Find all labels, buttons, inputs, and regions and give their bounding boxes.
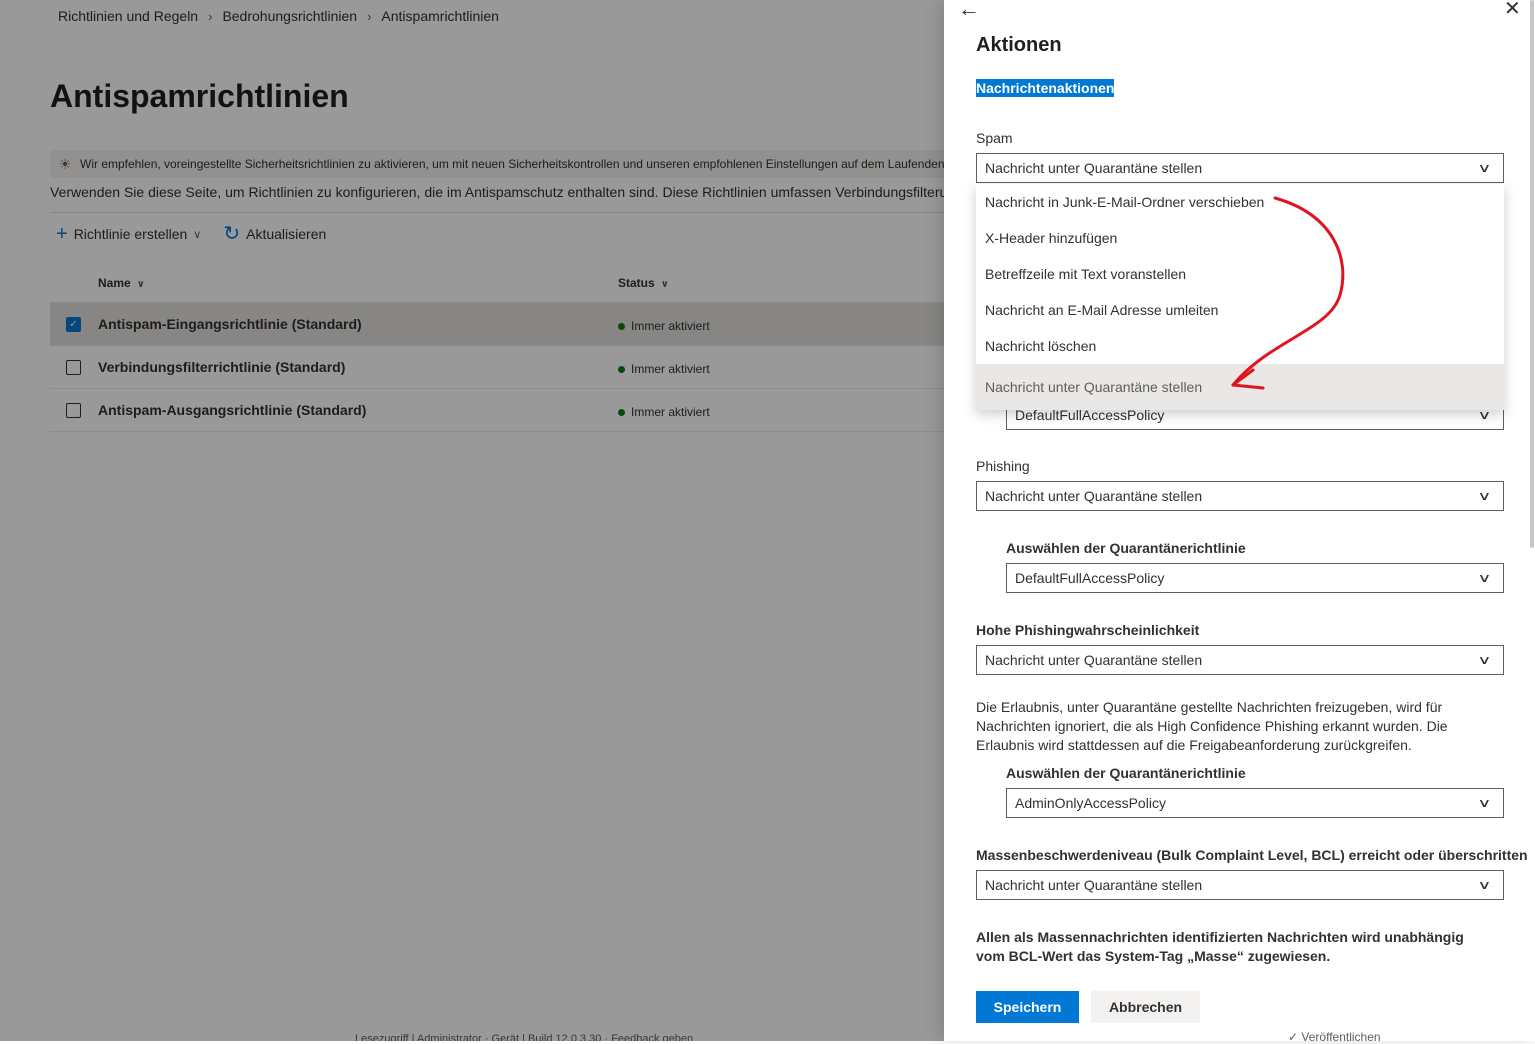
row-status: Immer aktiviert <box>618 319 710 333</box>
breadcrumb-item-current: Antispamrichtlinien <box>381 8 499 24</box>
scrollbar[interactable] <box>1530 0 1534 548</box>
phishing-dropdown[interactable]: Nachricht unter Quarantäne stellen ∨ <box>976 481 1504 511</box>
row-name[interactable]: Verbindungsfilterrichtlinie (Standard) <box>98 359 345 375</box>
spam-dropdown[interactable]: Nachricht unter Quarantäne stellen ∨ <box>976 153 1504 183</box>
table-header: Name ∨ Status ∨ <box>50 262 944 303</box>
background-page: Richtlinien und Regeln › Bedrohungsricht… <box>0 0 944 1041</box>
cancel-button[interactable]: Abbrechen <box>1091 991 1200 1023</box>
page-title: Antispamrichtlinien <box>50 78 349 114</box>
chevron-down-icon: ∨ <box>1477 796 1492 810</box>
chevron-down-icon: ∨ <box>193 228 202 241</box>
panel-title: Aktionen <box>976 34 1062 56</box>
phishing-quarantine-label: Auswählen der Quarantänerichtlinie <box>1006 540 1246 556</box>
phishing-quarantine-dropdown[interactable]: DefaultFullAccessPolicy ∨ <box>1006 563 1504 593</box>
row-checkbox[interactable]: ✓ <box>66 317 81 332</box>
plus-icon: + <box>56 223 68 245</box>
banner-text: Wir empfehlen, voreingestellte Sicherhei… <box>80 157 944 171</box>
save-button[interactable]: Speichern <box>976 991 1079 1023</box>
refresh-button[interactable]: ↻ Aktualisieren <box>223 224 326 244</box>
status-dot <box>618 365 625 373</box>
table-row[interactable]: Antispam-Ausgangsrichtlinie (Standard) I… <box>50 389 944 432</box>
bcl-label: Massenbeschwerdeniveau (Bulk Complaint L… <box>976 847 1528 863</box>
breadcrumb-item-threat-policies[interactable]: Bedrohungsrichtlinien <box>222 8 357 24</box>
breadcrumb-item-policies[interactable]: Richtlinien und Regeln <box>58 8 198 24</box>
close-icon[interactable]: ✕ <box>1504 0 1521 21</box>
bulk-info: Allen als Massennachrichten identifizier… <box>976 929 1464 964</box>
actions-panel: ← ✕ Aktionen Nachrichtenaktionen Spam Na… <box>944 0 1535 1044</box>
row-name[interactable]: Antispam-Eingangsrichtlinie (Standard) <box>98 316 362 332</box>
refresh-label: Aktualisieren <box>246 226 327 242</box>
lightbulb-icon: ☀ <box>58 155 72 172</box>
refresh-icon: ↻ <box>223 223 241 245</box>
chevron-down-icon: ∨ <box>136 279 145 290</box>
column-header-name[interactable]: Name ∨ <box>98 276 145 290</box>
panel-subtitle: Nachrichtenaktionen <box>976 79 1115 97</box>
chevron-down-icon: ∨ <box>1477 161 1492 175</box>
chevron-down-icon: ∨ <box>1477 408 1492 422</box>
high-phish-quarantine-dropdown[interactable]: AdminOnlyAccessPolicy ∨ <box>1006 788 1504 818</box>
create-policy-button[interactable]: + Richtlinie erstellen ∨ <box>56 224 201 244</box>
chevron-down-icon: ∨ <box>1477 571 1492 585</box>
footer-text-right: ✓ Veröffentlichen <box>1288 1030 1381 1044</box>
annotation-arrow <box>1231 196 1345 390</box>
divider <box>50 212 944 213</box>
row-checkbox[interactable] <box>66 360 81 375</box>
table-row[interactable]: ✓ Antispam-Eingangsrichtlinie (Standard)… <box>50 303 944 346</box>
arrow-left-icon[interactable]: ← <box>958 0 980 22</box>
chevron-down-icon: ∨ <box>1477 878 1492 892</box>
chevron-down-icon: ∨ <box>660 279 669 290</box>
toolbar: + Richtlinie erstellen ∨ ↻ Aktualisieren <box>56 224 348 244</box>
spam-label: Spam <box>976 130 1013 146</box>
high-phish-label: Hohe Phishingwahrscheinlichkeit <box>976 622 1200 638</box>
chevron-right-icon: › <box>367 8 372 24</box>
bcl-dropdown[interactable]: Nachricht unter Quarantäne stellen ∨ <box>976 870 1504 900</box>
high-phish-dropdown[interactable]: Nachricht unter Quarantäne stellen ∨ <box>976 645 1504 675</box>
phishing-label: Phishing <box>976 458 1030 474</box>
status-dot <box>618 408 625 416</box>
row-name[interactable]: Antispam-Ausgangsrichtlinie (Standard) <box>98 402 366 418</box>
chevron-down-icon: ∨ <box>1477 489 1492 503</box>
status-dot <box>618 322 625 330</box>
policy-table: Name ∨ Status ∨ ✓ Antispam-Eingangsrichtli… <box>50 262 944 432</box>
row-checkbox[interactable] <box>66 403 81 418</box>
high-phish-quarantine-label: Auswählen der Quarantänerichtlinie <box>1006 765 1246 781</box>
row-status: Immer aktiviert <box>618 362 710 376</box>
chevron-right-icon: › <box>208 8 213 24</box>
table-row[interactable]: Verbindungsfilterrichtlinie (Standard) I… <box>50 346 944 389</box>
recommendation-banner: ☀ Wir empfehlen, voreingestellte Sicherh… <box>50 150 944 178</box>
footer-text: Lesezugriff | Administrator · Gerät | Bu… <box>355 1033 694 1041</box>
page-description: Verwenden Sie diese Seite, um Richtlinie… <box>50 184 944 200</box>
high-phish-info: Die Erlaubnis, unter Quarantäne gestellt… <box>976 699 1448 753</box>
breadcrumb: Richtlinien und Regeln › Bedrohungsricht… <box>58 8 499 24</box>
chevron-down-icon: ∨ <box>1477 653 1492 667</box>
column-header-status[interactable]: Status ∨ <box>618 276 669 290</box>
create-policy-label: Richtlinie erstellen <box>73 226 188 242</box>
row-status: Immer aktiviert <box>618 405 710 419</box>
